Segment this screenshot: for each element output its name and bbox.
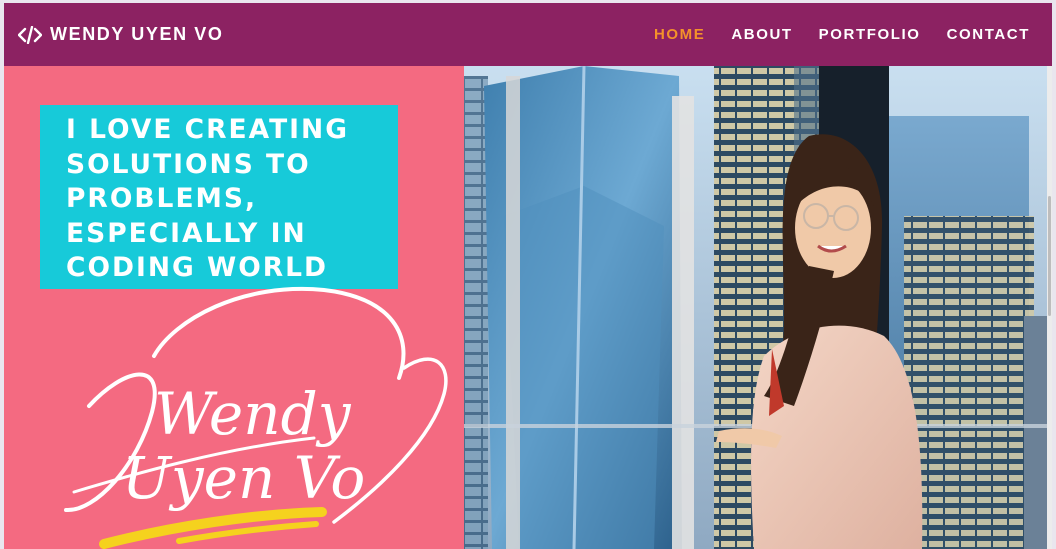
- code-icon: [18, 25, 42, 44]
- headline-line: CODING WORLD: [66, 252, 329, 283]
- hero-headline: I LOVE CREATING SOLUTIONS TO PROBLEMS, E…: [66, 113, 388, 286]
- headline-box: I LOVE CREATING SOLUTIONS TO PROBLEMS, E…: [40, 105, 398, 289]
- nav-link-about[interactable]: ABOUT: [731, 26, 792, 43]
- signature-last-name: Uyen Vo: [122, 444, 365, 512]
- browser-viewport: WENDY UYEN VO HOME ABOUT PORTFOLIO CONTA…: [4, 3, 1052, 549]
- headline-line: ESPECIALLY IN: [66, 217, 307, 249]
- profile-photo: [464, 66, 1050, 549]
- page-scrollbar[interactable]: [1047, 66, 1052, 549]
- nav-link-contact[interactable]: CONTACT: [947, 26, 1030, 43]
- signature-graphic: Wendy Uyen Vo: [64, 286, 448, 549]
- headline-line: I LOVE CREATING: [66, 114, 349, 145]
- signature-first-name: Wendy: [154, 380, 352, 448]
- nav-link-portfolio[interactable]: PORTFOLIO: [819, 26, 921, 43]
- scrollbar-thumb[interactable]: [1048, 196, 1051, 316]
- nav-link-home[interactable]: HOME: [654, 26, 705, 43]
- hero-left-panel: I LOVE CREATING SOLUTIONS TO PROBLEMS, E…: [4, 66, 464, 549]
- brand-name: WENDY UYEN VO: [50, 24, 224, 44]
- top-navbar: WENDY UYEN VO HOME ABOUT PORTFOLIO CONTA…: [4, 3, 1052, 66]
- main-nav: HOME ABOUT PORTFOLIO CONTACT: [654, 26, 1030, 43]
- brand-logo-link[interactable]: WENDY UYEN VO: [18, 24, 224, 45]
- headline-line: PROBLEMS,: [66, 183, 258, 214]
- headline-line: SOLUTIONS TO: [66, 148, 311, 180]
- hero-photo: [464, 66, 1050, 549]
